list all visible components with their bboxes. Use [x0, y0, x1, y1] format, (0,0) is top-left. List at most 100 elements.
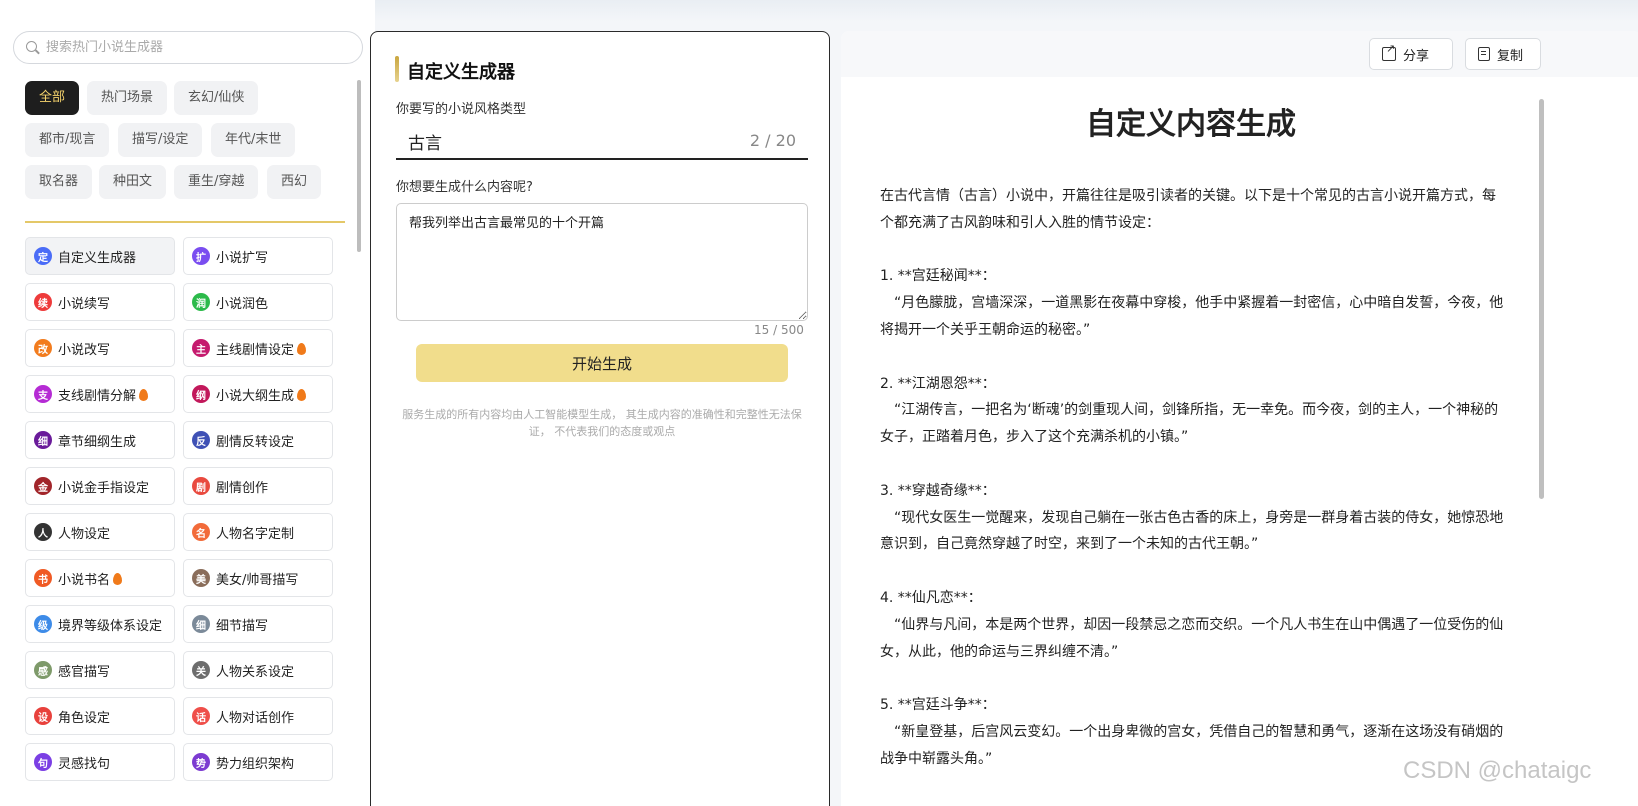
tool-label: 细节描写 [216, 618, 269, 634]
tool-icon: 势 [192, 753, 210, 771]
category-tag[interactable]: 西幻 [267, 165, 322, 199]
category-tag[interactable]: 描写/设定 [118, 123, 203, 157]
result-paragraph: 3. **穿越奇缘**： [880, 482, 996, 499]
tool-item[interactable]: 人人物设定 [25, 513, 175, 551]
tool-item[interactable]: 感感官描写 [25, 651, 175, 689]
category-tag[interactable]: 取名器 [25, 165, 93, 199]
result-paragraph: 1. **宫廷秘闻**： [880, 268, 996, 285]
tool-icon: 级 [34, 615, 52, 633]
result-paragraph: 2. **江湖恩怨**： [880, 375, 996, 392]
tool-icon: 细 [192, 615, 210, 633]
tool-label: 支线剧情分解 [58, 388, 137, 404]
tool-icon: 主 [192, 339, 210, 357]
sidebar-scrollbar[interactable] [357, 80, 361, 252]
tool-label: 人物关系设定 [216, 664, 295, 680]
copy-button[interactable]: 复制 [1465, 38, 1541, 70]
tool-item[interactable]: 细细节描写 [183, 605, 333, 643]
tool-icon: 支 [34, 385, 52, 403]
result-scrollbar[interactable] [1539, 99, 1544, 499]
tool-label: 小说书名 [58, 572, 111, 588]
tool-icon: 细 [34, 431, 52, 449]
tool-item[interactable]: 扩小说扩写 [183, 237, 333, 275]
tool-label: 小说扩写 [216, 250, 269, 266]
tool-label: 剧情反转设定 [216, 434, 295, 450]
generator-form-panel: 自定义生成器 你要写的小说风格类型 2 / 20 你想要生成什么内容呢? 帮我列… [370, 31, 830, 806]
tool-icon: 话 [192, 707, 210, 725]
tool-item[interactable]: 话人物对话创作 [183, 697, 333, 735]
tool-icon: 定 [34, 247, 52, 265]
tool-label: 人物对话创作 [216, 710, 295, 726]
content-textarea[interactable]: 帮我列举出古言最常见的十个开篇 [396, 203, 808, 321]
category-tag[interactable]: 玄幻/仙侠 [174, 81, 259, 115]
tool-item[interactable]: 定自定义生成器 [25, 237, 175, 275]
generate-button[interactable]: 开始生成 [416, 344, 788, 382]
form-title: 自定义生成器 [407, 62, 515, 83]
tool-item[interactable]: 设角色设定 [25, 697, 175, 735]
tool-icon: 润 [192, 293, 210, 311]
content-label: 你想要生成什么内容呢? [396, 180, 533, 195]
style-label: 你要写的小说风格类型 [396, 102, 527, 117]
search-box[interactable] [13, 31, 363, 64]
tool-icon: 反 [192, 431, 210, 449]
title-accent [395, 56, 399, 82]
tool-icon: 纲 [192, 385, 210, 403]
tool-item[interactable]: 细章节细纲生成 [25, 421, 175, 459]
style-char-count: 2 / 20 [749, 131, 796, 150]
category-divider [25, 221, 345, 223]
tool-label: 小说大纲生成 [216, 388, 295, 404]
tool-item[interactable]: 名人物名字定制 [183, 513, 333, 551]
result-title: 自定义内容生成 [1086, 107, 1296, 142]
fire-icon [297, 389, 307, 401]
fire-icon [139, 389, 149, 401]
tool-icon: 改 [34, 339, 52, 357]
tool-label: 人物名字定制 [216, 526, 295, 542]
tool-item[interactable]: 级境界等级体系设定 [25, 605, 175, 643]
category-tag[interactable]: 热门场景 [87, 81, 168, 115]
result-paragraph: “仙界与凡间，本是两个世界，却因一段禁忌之恋而交织。一个凡人书生在山中偶遇了一位… [880, 616, 1504, 660]
share-button[interactable]: 分享 [1369, 38, 1453, 70]
result-paragraph: “江湖传言，一把名为‘断魂’的剑重现人间，剑锋所指，无一幸免。而今夜，剑的主人，… [880, 402, 1499, 446]
tool-item[interactable]: 主主线剧情设定 [183, 329, 333, 367]
result-paragraph: “现代女医生一觉醒来，发现自己躺在一张古色古香的床上，身旁是一群身着古装的侍女，… [880, 509, 1504, 553]
tool-icon: 金 [34, 477, 52, 495]
tool-item[interactable]: 书小说书名 [25, 559, 175, 597]
tool-label: 小说改写 [58, 342, 111, 358]
result-paragraph: “月色朦胧，宫墙深深，一道黑影在夜幕中穿梭，他手中紧握着一封密信，心中暗自发誓，… [880, 295, 1504, 338]
disclaimer-text: 服务生成的所有内容均由人工智能模型生成， 其生成内容的准确性和完整性无法保证， … [402, 408, 802, 438]
tool-item[interactable]: 美美女/帅哥描写 [183, 559, 333, 597]
tool-icon: 续 [34, 293, 52, 311]
tool-label: 章节细纲生成 [58, 434, 137, 450]
tool-icon: 设 [34, 707, 52, 725]
style-field: 2 / 20 [396, 124, 808, 160]
category-tag[interactable]: 全部 [25, 81, 80, 115]
copy-label: 复制 [1497, 48, 1524, 64]
tool-item[interactable]: 关人物关系设定 [183, 651, 333, 689]
tool-item[interactable]: 润小说润色 [183, 283, 333, 321]
tool-icon: 书 [34, 569, 52, 587]
tool-label: 美女/帅哥描写 [216, 572, 299, 588]
tool-item[interactable]: 纲小说大纲生成 [183, 375, 333, 413]
tool-item[interactable]: 句灵感找句 [25, 743, 175, 781]
search-input[interactable] [46, 40, 336, 55]
tool-icon: 关 [192, 661, 210, 679]
category-tag[interactable]: 年代/末世 [211, 123, 296, 157]
category-tag[interactable]: 重生/穿越 [174, 165, 259, 199]
tool-item[interactable]: 续小说续写 [25, 283, 175, 321]
category-tag[interactable]: 都市/现言 [25, 123, 110, 157]
tool-item[interactable]: 改小说改写 [25, 329, 175, 367]
style-input[interactable] [396, 124, 726, 158]
tool-label: 剧情创作 [216, 480, 269, 496]
tool-label: 感官描写 [58, 664, 111, 680]
result-paragraph: 在古代言情（古言）小说中，开篇往往是吸引读者的关键。以下是十个常见的古言小说开篇… [880, 188, 1496, 231]
result-content: 在古代言情（古言）小说中，开篇往往是吸引读者的关键。以下是十个常见的古言小说开篇… [880, 183, 1505, 773]
share-label: 分享 [1403, 48, 1430, 64]
tool-icon: 美 [192, 569, 210, 587]
category-tag[interactable]: 种田文 [99, 165, 167, 199]
tool-item[interactable]: 金小说金手指设定 [25, 467, 175, 505]
tool-item[interactable]: 反剧情反转设定 [183, 421, 333, 459]
tool-item[interactable]: 支支线剧情分解 [25, 375, 175, 413]
tool-item[interactable]: 势势力组织架构 [183, 743, 333, 781]
tool-item[interactable]: 剧剧情创作 [183, 467, 333, 505]
